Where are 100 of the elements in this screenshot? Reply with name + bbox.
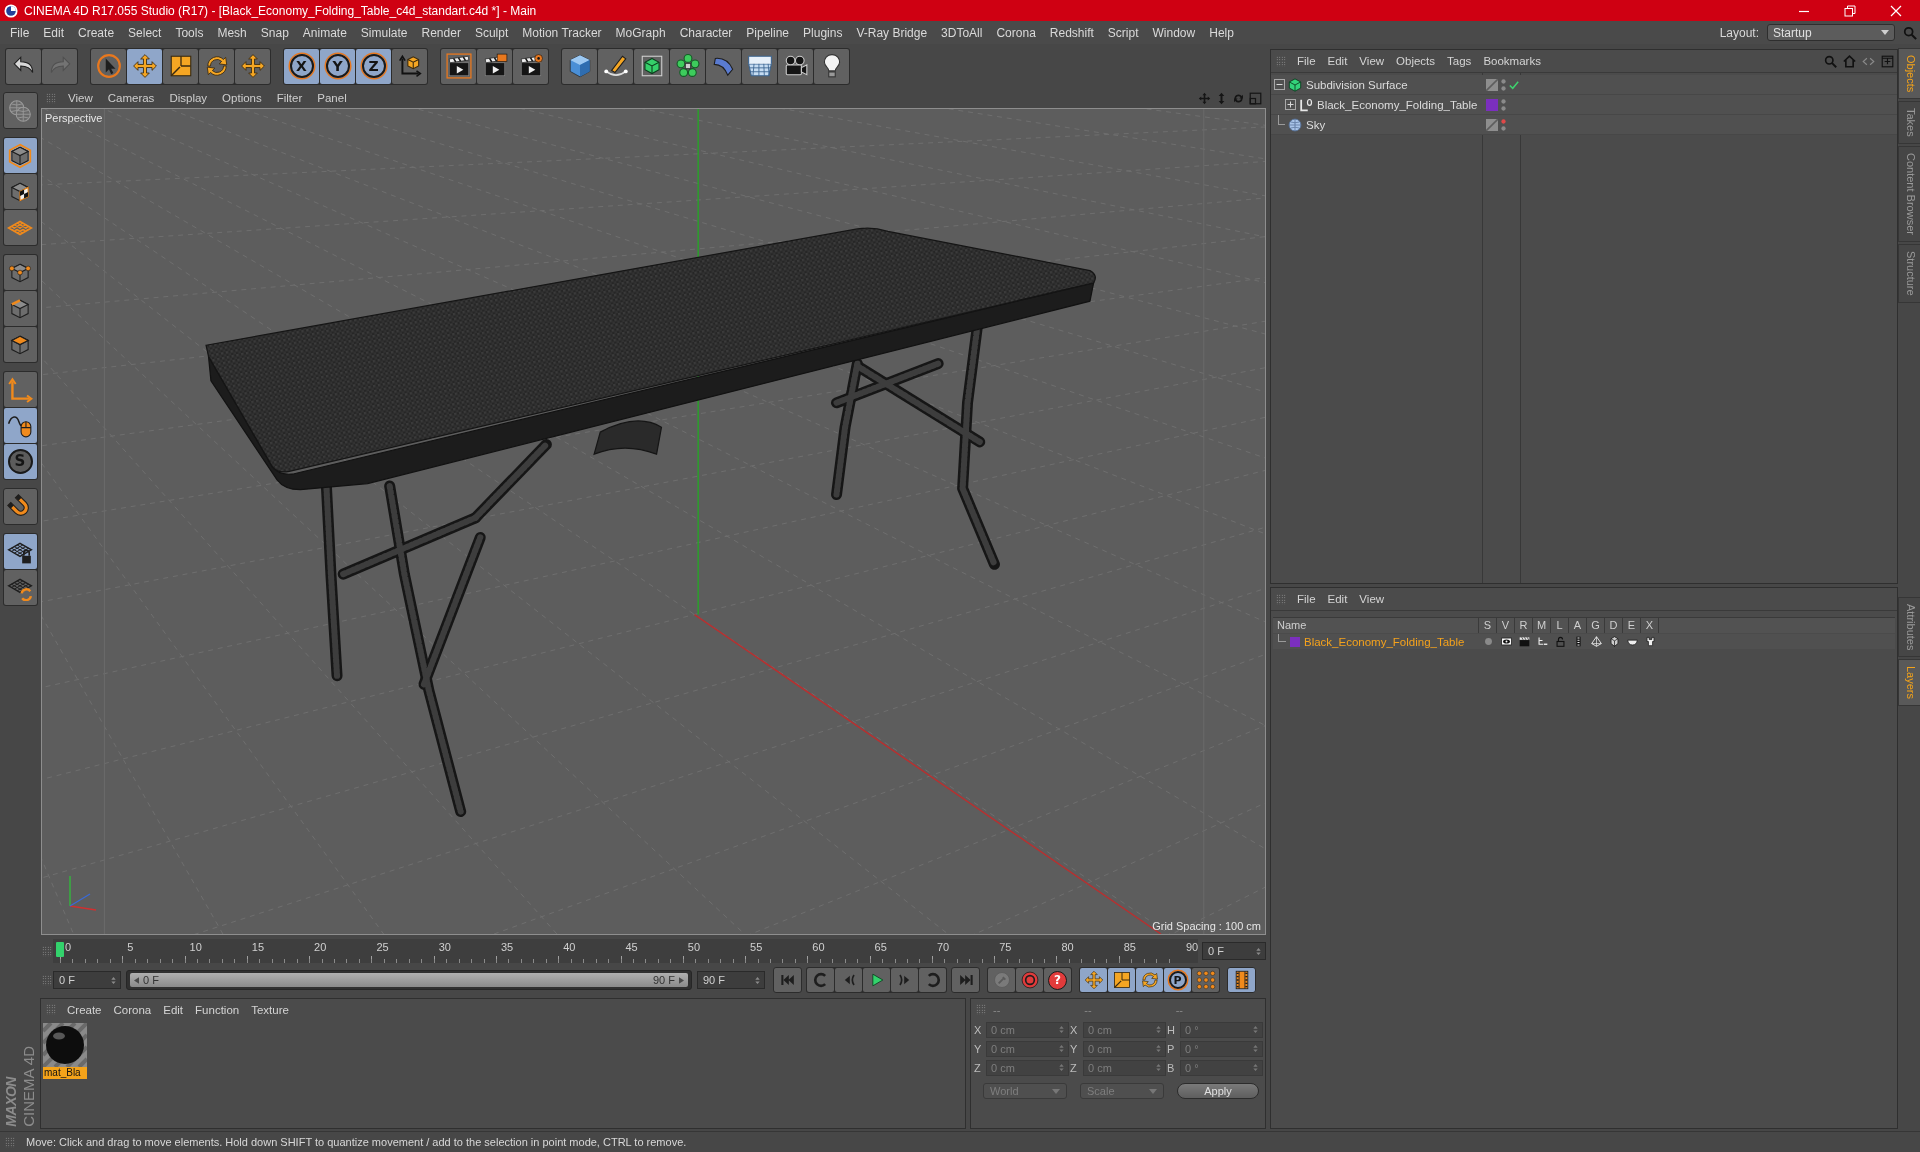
menu-item[interactable]: View: [61, 92, 101, 104]
menu-item[interactable]: File: [1291, 593, 1322, 605]
previous-frame-button[interactable]: [835, 968, 862, 992]
column-header[interactable]: Name: [1273, 618, 1479, 633]
menu-item[interactable]: Function: [189, 1003, 246, 1016]
next-key-button[interactable]: [919, 968, 946, 992]
axis-lock-button[interactable]: X: [284, 48, 319, 84]
column-header[interactable]: V: [1497, 618, 1515, 633]
undo-button[interactable]: [6, 48, 41, 84]
go-to-start-button[interactable]: [773, 967, 802, 993]
point-level-key-button[interactable]: [1192, 968, 1219, 992]
menu-item[interactable]: Edit: [1321, 593, 1354, 605]
viewport-canvas[interactable]: Perspective Grid Spacing : 100 cm: [41, 108, 1266, 935]
snap-button[interactable]: [2, 488, 38, 525]
autokey-button[interactable]: [1016, 968, 1043, 992]
column-header[interactable]: L: [1551, 618, 1569, 633]
menu-item[interactable]: Cameras: [100, 92, 163, 104]
cloner-button[interactable]: [670, 48, 705, 84]
cube-button[interactable]: [562, 48, 597, 84]
side-tab[interactable]: Objects: [1898, 48, 1920, 100]
model-mode-button[interactable]: [3, 138, 37, 173]
axis-lock-button[interactable]: Z: [356, 48, 391, 84]
layer-color-icon[interactable]: [1290, 636, 1300, 647]
column-header[interactable]: R: [1515, 618, 1533, 633]
menu-item[interactable]: Tags: [1441, 55, 1478, 67]
edges-mode-button[interactable]: [3, 291, 37, 326]
camera-button[interactable]: [778, 48, 813, 84]
rook-icon[interactable]: [1644, 636, 1656, 647]
texture-mode-button[interactable]: [3, 174, 37, 209]
right-arrow-icon[interactable]: [679, 976, 684, 984]
left-arrow-icon[interactable]: [134, 976, 139, 984]
column-header[interactable]: A: [1569, 618, 1587, 633]
restore-icon[interactable]: [1844, 4, 1856, 17]
parameter-key-button[interactable]: P: [1164, 968, 1191, 992]
menu-item[interactable]: Select: [121, 25, 169, 40]
menu-item[interactable]: Plugins: [796, 25, 850, 40]
column-header[interactable]: M: [1533, 618, 1551, 633]
grip-icon[interactable]: [42, 945, 52, 957]
start-frame-field[interactable]: 0 F: [53, 971, 121, 989]
grip-icon[interactable]: [46, 1004, 56, 1015]
end-frame-field[interactable]: 90 F: [697, 971, 765, 989]
grip-icon[interactable]: [1276, 593, 1286, 605]
scale-tool-button[interactable]: [163, 48, 198, 84]
floor-button[interactable]: [742, 48, 777, 84]
checkmark-icon[interactable]: [1509, 79, 1519, 90]
padlock-icon[interactable]: [1554, 636, 1566, 647]
material-preview[interactable]: [43, 1023, 87, 1067]
search-icon[interactable]: [1824, 54, 1837, 68]
menu-item[interactable]: Pipeline: [739, 25, 797, 40]
no-layer-icon[interactable]: [1486, 78, 1498, 91]
solo-dot-icon[interactable]: [1482, 636, 1494, 647]
menu-item[interactable]: Create: [71, 25, 122, 40]
planar-workplane-button[interactable]: [3, 570, 37, 605]
menu-item[interactable]: Simulate: [353, 25, 415, 40]
pen-button[interactable]: [598, 48, 633, 84]
render-visibility-dot-icon[interactable]: [1501, 85, 1506, 91]
collapse-icon[interactable]: [1274, 79, 1285, 90]
grip-icon[interactable]: [42, 974, 52, 986]
play-button[interactable]: [863, 968, 890, 992]
menu-item[interactable]: Redshift: [1042, 25, 1101, 40]
material-name[interactable]: mat_Bla: [43, 1067, 87, 1079]
render-view-button[interactable]: [441, 48, 476, 84]
menu-item[interactable]: Window: [1145, 25, 1203, 40]
editor-visibility-dot-icon[interactable]: [1501, 118, 1506, 124]
menu-item[interactable]: Motion Tracker: [515, 25, 609, 40]
column-header[interactable]: D: [1605, 618, 1623, 633]
menu-item[interactable]: Options: [215, 92, 270, 104]
object-row[interactable]: Black_Economy_Folding_Table: [1271, 95, 1897, 115]
expand-icon[interactable]: [1285, 99, 1296, 110]
render-settings-button[interactable]: [513, 48, 548, 84]
scale-key-button[interactable]: [1108, 968, 1135, 992]
menu-item[interactable]: Filter: [269, 92, 311, 104]
grip-icon[interactable]: [46, 92, 56, 104]
object-name[interactable]: Sky: [1306, 118, 1326, 131]
menu-item[interactable]: File: [3, 25, 37, 40]
keyframe-selection-button[interactable]: ?: [1044, 968, 1071, 992]
menu-item[interactable]: Corona: [989, 25, 1043, 40]
menu-item[interactable]: View: [1353, 593, 1391, 605]
grip-icon[interactable]: [5, 1136, 15, 1148]
menu-item[interactable]: File: [1291, 55, 1322, 67]
position-key-button[interactable]: [1080, 968, 1107, 992]
menu-item[interactable]: Create: [61, 1003, 108, 1016]
side-tab[interactable]: Attributes: [1898, 596, 1920, 658]
subdivision-surface-button[interactable]: [634, 48, 669, 84]
column-header[interactable]: G: [1587, 618, 1605, 633]
menu-item[interactable]: Display: [162, 92, 216, 104]
object-name[interactable]: Subdivision Surface: [1306, 78, 1408, 91]
render-picture-button[interactable]: [477, 48, 512, 84]
bowl-icon[interactable]: [1626, 636, 1638, 647]
light-button[interactable]: [814, 48, 849, 84]
grip-icon[interactable]: [1276, 55, 1286, 67]
editor-visibility-dot-icon[interactable]: [1501, 98, 1506, 104]
menu-item[interactable]: Render: [414, 25, 468, 40]
menu-item[interactable]: Panel: [310, 92, 355, 104]
object-name[interactable]: Black_Economy_Folding_Table: [1317, 98, 1478, 111]
pyramid-icon[interactable]: [1590, 636, 1602, 647]
menu-item[interactable]: 3DToAll: [934, 25, 990, 40]
menu-item[interactable]: Tools: [168, 25, 211, 40]
move-tool-button[interactable]: [127, 48, 162, 84]
menu-item[interactable]: Edit: [1321, 55, 1354, 67]
